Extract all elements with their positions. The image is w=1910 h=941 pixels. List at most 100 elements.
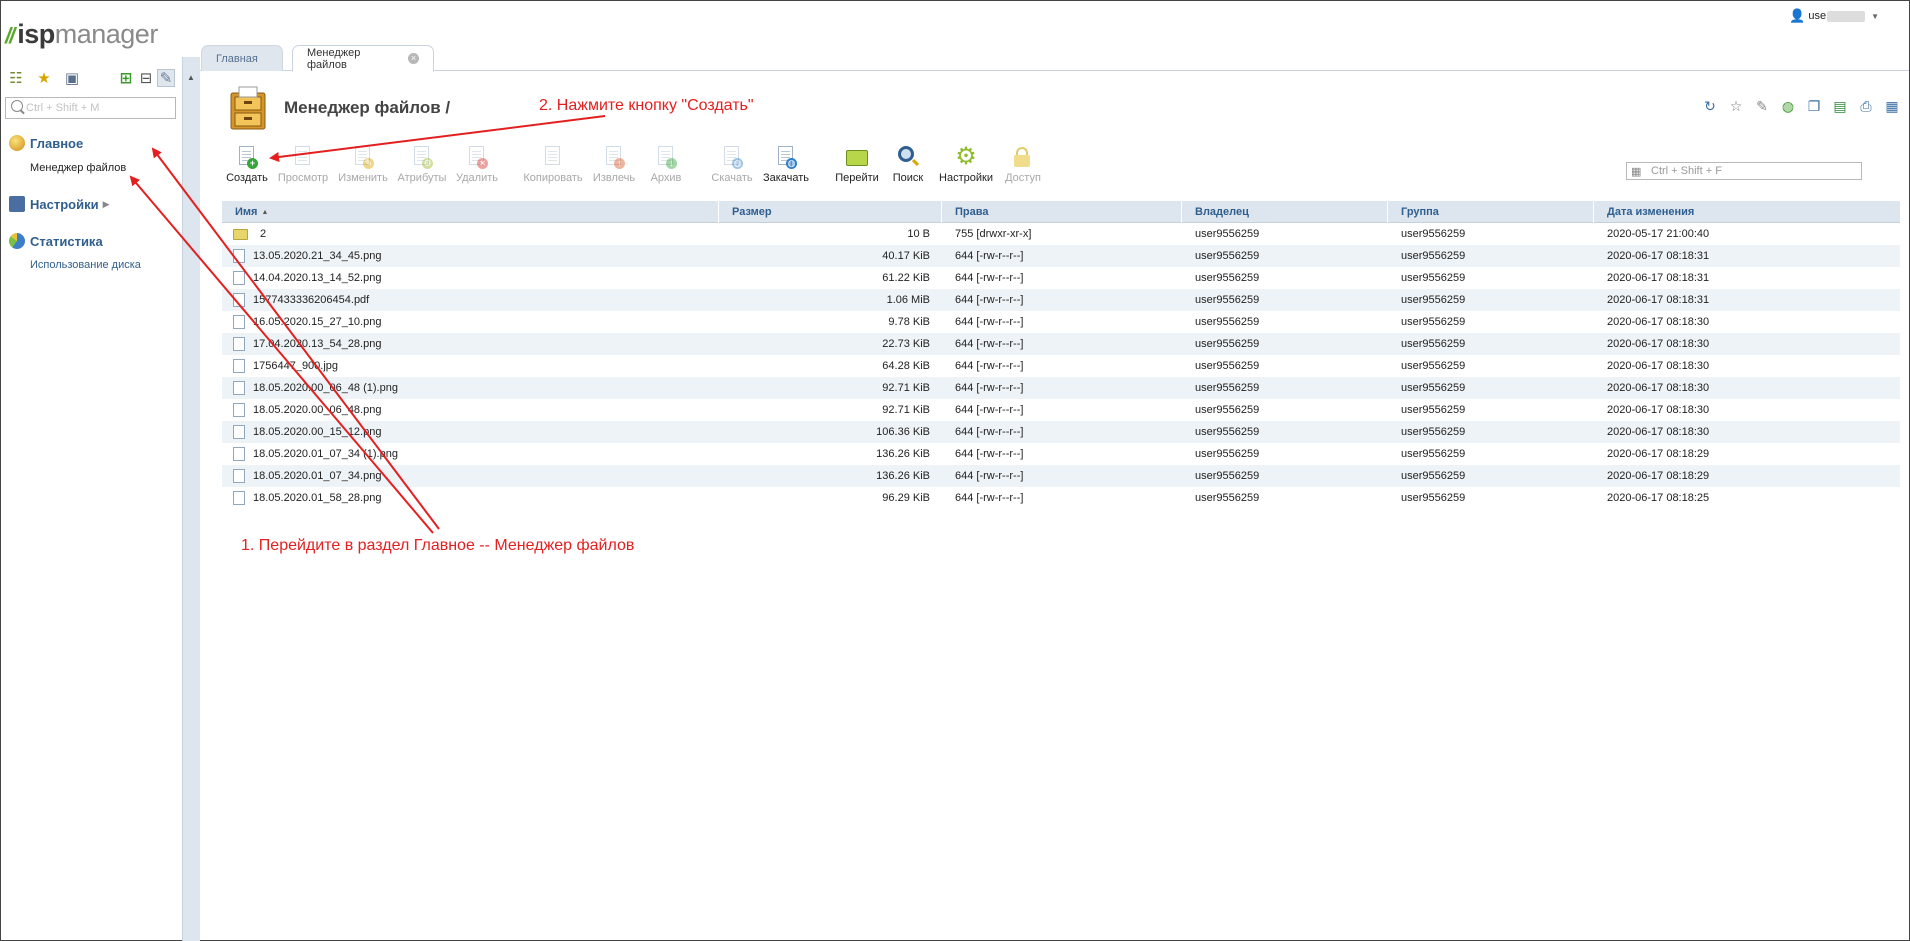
- cell-size: 92.71 KiB: [882, 382, 930, 394]
- table-row[interactable]: 1577433336206454.pdf 1.06 MiB 644 [-rw-r--…: [222, 289, 1900, 311]
- file-icon: [233, 425, 245, 439]
- cell-name: 1756447_900.jpg: [222, 359, 719, 373]
- table-settings-icon[interactable]: ▦: [1883, 97, 1901, 115]
- home-globe-icon: [9, 135, 25, 151]
- edit-icon: ✎: [351, 145, 375, 169]
- upload-button[interactable]: ◍ Закачать: [756, 145, 816, 191]
- tab-main[interactable]: Главная: [201, 45, 283, 71]
- pin-icon[interactable]: ✎: [157, 69, 175, 87]
- cell-size: 64.28 KiB: [882, 360, 930, 372]
- pin-icon[interactable]: ✎: [1753, 97, 1771, 115]
- table-row[interactable]: 2 10 B 755 [drwxr-xr-x] user9556259 user9556…: [222, 223, 1900, 245]
- web-globe-icon[interactable]: ◍: [1779, 97, 1797, 115]
- delete-button[interactable]: × Удалить: [447, 145, 507, 191]
- nav-group-label: Главное: [30, 135, 84, 151]
- refresh-icon[interactable]: ↻: [1701, 97, 1719, 115]
- export-excel-icon[interactable]: ▤: [1831, 97, 1849, 115]
- table-row[interactable]: 18.05.2020.01_07_34.png 136.26 KiB 644 [-r…: [222, 465, 1900, 487]
- cell-owner: user9556259: [1195, 470, 1260, 482]
- table-row[interactable]: 17.04.2020.13_54_28.png 22.73 KiB 644 [-rw…: [222, 333, 1900, 355]
- copy-button[interactable]: Копировать: [523, 145, 583, 191]
- nav-item-disk-usage[interactable]: Использование диска: [30, 259, 141, 271]
- nav-group-label: Настройки: [30, 196, 99, 212]
- table-filter[interactable]: ▦: [1626, 162, 1862, 180]
- menu-tree-icon[interactable]: ☷: [7, 69, 25, 87]
- archive-button[interactable]: ↓ Архив: [636, 145, 696, 191]
- access-button[interactable]: Доступ: [993, 145, 1053, 191]
- cell-group: user9556259: [1401, 492, 1466, 504]
- download-button[interactable]: ◍ Скачать: [702, 145, 762, 191]
- attributes-button[interactable]: ⚙ Атрибуты: [392, 145, 452, 191]
- create-button[interactable]: + Создать: [217, 145, 277, 191]
- cell-date: 2020-06-17 08:18:30: [1607, 426, 1710, 438]
- column-header-name[interactable]: Имя ▲: [222, 201, 719, 223]
- cell-group: user9556259: [1401, 228, 1466, 240]
- table-row[interactable]: 18.05.2020.01_58_28.png 96.29 KiB 644 [-rw…: [222, 487, 1900, 509]
- file-icon: [233, 337, 245, 351]
- table-row[interactable]: 18.05.2020.00_06_48.png 92.71 KiB 644 [-rw…: [222, 399, 1900, 421]
- edit-button[interactable]: ✎ Изменить: [333, 145, 393, 191]
- table-row[interactable]: 18.05.2020.00_15_12.png 106.36 KiB 644 [-r…: [222, 421, 1900, 443]
- collapse-sidebar-icon[interactable]: ▲: [187, 73, 195, 82]
- nav-group-settings[interactable]: Настройки ▶: [9, 196, 110, 212]
- table-row[interactable]: 18.05.2020.01_07_34 (1).png 136.26 KiB 644…: [222, 443, 1900, 465]
- view-button[interactable]: Просмотр: [273, 145, 333, 191]
- view-icon: [291, 145, 315, 169]
- file-icon: [233, 403, 245, 417]
- logo-isp: isp: [17, 19, 55, 49]
- table-row[interactable]: 18.05.2020.00_06_48 (1).png 92.71 KiB 644 …: [222, 377, 1900, 399]
- column-header-owner[interactable]: Владелец: [1182, 201, 1388, 223]
- search-button[interactable]: Поиск: [878, 145, 938, 191]
- nav-group-statistics[interactable]: Статистика: [9, 233, 103, 249]
- table-row[interactable]: 13.05.2020.21_34_45.png 40.17 KiB 644 [-rw…: [222, 245, 1900, 267]
- search-icon: [11, 100, 23, 112]
- filter-input[interactable]: [1651, 164, 1856, 178]
- cell-size: 106.36 KiB: [876, 426, 930, 438]
- copy-icon: [541, 145, 565, 169]
- favorite-star-icon[interactable]: ☆: [1727, 97, 1745, 115]
- cell-group: user9556259: [1401, 426, 1466, 438]
- table-row[interactable]: 16.05.2020.15_27_10.png 9.78 KiB 644 [-rw-…: [222, 311, 1900, 333]
- collapse-all-icon[interactable]: ⊟: [137, 69, 155, 87]
- cell-permissions: 644 [-rw-r--r--]: [955, 426, 1024, 438]
- cell-owner: user9556259: [1195, 448, 1260, 460]
- cell-size: 40.17 KiB: [882, 250, 930, 262]
- briefcase-icon[interactable]: ▣: [63, 69, 81, 87]
- filter-search-icon: ▦: [1631, 166, 1642, 178]
- cell-permissions: 644 [-rw-r--r--]: [955, 470, 1024, 482]
- column-header-date[interactable]: Дата изменения: [1594, 201, 1900, 223]
- file-icon: [233, 359, 245, 373]
- cell-date: 2020-06-17 08:18:30: [1607, 404, 1710, 416]
- table-row[interactable]: 14.04.2020.13_14_52.png 61.22 KiB 644 [-rw…: [222, 267, 1900, 289]
- column-header-group[interactable]: Группа: [1388, 201, 1594, 223]
- folder-icon: [233, 228, 248, 240]
- copy-page-icon[interactable]: ❐: [1805, 97, 1823, 115]
- close-icon[interactable]: ×: [408, 53, 419, 64]
- settings-button[interactable]: ⚙ Настройки: [936, 145, 996, 191]
- sidebar-splitter[interactable]: [182, 57, 200, 941]
- tab-file-manager[interactable]: Менеджер файлов ×: [292, 45, 434, 72]
- logo-manager: manager: [54, 19, 159, 49]
- nav-item-file-manager[interactable]: Менеджер файлов: [30, 162, 126, 174]
- nav-group-main[interactable]: Главное: [9, 135, 83, 151]
- cell-date: 2020-06-17 08:18:29: [1607, 448, 1710, 460]
- favorites-star-icon[interactable]: ★: [35, 69, 53, 87]
- expand-all-icon[interactable]: ⊞: [117, 69, 135, 87]
- column-header-permissions[interactable]: Права: [942, 201, 1182, 223]
- cell-owner: user9556259: [1195, 426, 1260, 438]
- cell-group: user9556259: [1401, 294, 1466, 306]
- cell-name: 2: [222, 228, 719, 240]
- print-icon[interactable]: ⎙: [1857, 97, 1875, 115]
- column-header-size[interactable]: Размер: [719, 201, 942, 223]
- cell-permissions: 644 [-rw-r--r--]: [955, 316, 1024, 328]
- extract-button[interactable]: ↑ Извлечь: [584, 145, 644, 191]
- sidebar-search-input[interactable]: [5, 97, 176, 119]
- cell-name: 17.04.2020.13_54_28.png: [222, 337, 719, 351]
- annotation-step-1: 1. Перейдите в раздел Главное -- Менедже…: [241, 537, 635, 554]
- cell-name: 18.05.2020.01_07_34 (1).png: [222, 447, 719, 461]
- cell-size: 96.29 KiB: [882, 492, 930, 504]
- cell-name: 18.05.2020.01_58_28.png: [222, 491, 719, 505]
- page-tools: ↻ ☆ ✎ ◍ ❐ ▤ ⎙ ▦: [1701, 97, 1901, 115]
- table-row[interactable]: 1756447_900.jpg 64.28 KiB 644 [-rw-r--r--]…: [222, 355, 1900, 377]
- user-menu[interactable]: 👤 use ▼: [1789, 8, 1879, 24]
